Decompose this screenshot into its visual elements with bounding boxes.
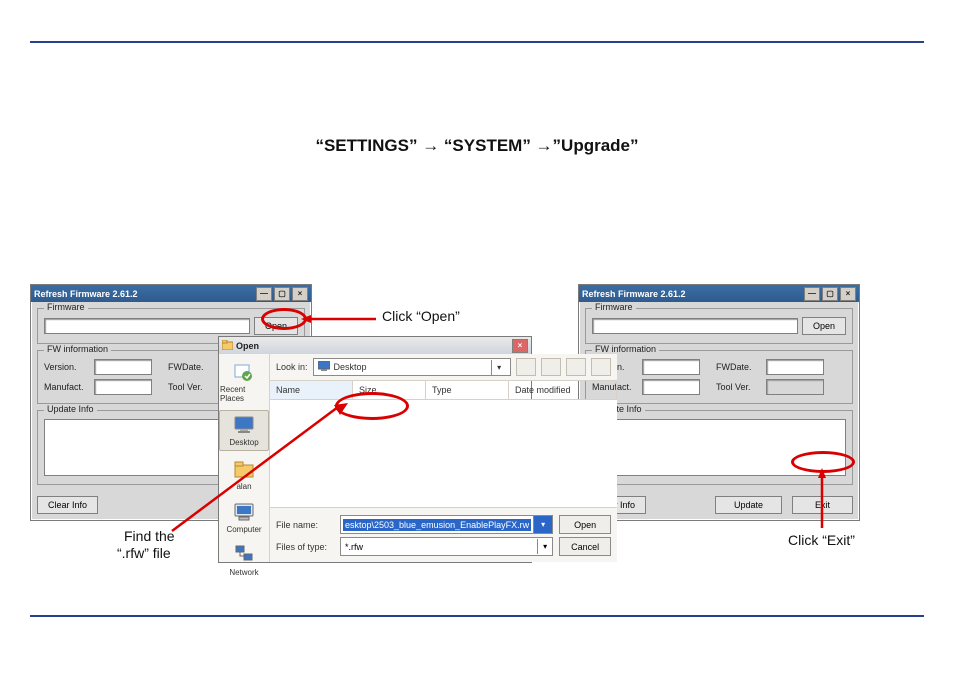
panel-legend-firmware: Firmware bbox=[44, 302, 88, 312]
look-in-row: Look in: Desktop ▾ bbox=[270, 354, 617, 381]
col-name[interactable]: Name bbox=[270, 381, 353, 399]
look-in-dropdown[interactable]: Desktop ▾ bbox=[313, 358, 512, 376]
chevron-down-icon: ▾ bbox=[491, 360, 506, 375]
look-in-label: Look in: bbox=[276, 362, 308, 372]
close-button[interactable]: × bbox=[292, 287, 308, 301]
firmware-path-field[interactable] bbox=[592, 318, 798, 334]
annotation-label-open: Click “Open” bbox=[382, 308, 460, 324]
nav-up-button[interactable] bbox=[541, 358, 561, 376]
label-fwdate: FWDate. bbox=[716, 362, 762, 372]
panel-legend-updateinfo: Update Info bbox=[44, 404, 97, 414]
col-type[interactable]: Type bbox=[426, 381, 509, 399]
folder-icon bbox=[222, 340, 233, 352]
titlebar: Refresh Firmware 2.61.2 — ▢ × bbox=[579, 285, 859, 302]
window-controls: — ▢ × bbox=[256, 287, 308, 301]
annotation-label-file-2: “.rfw” file bbox=[117, 545, 171, 561]
filename-field[interactable]: esktop\2503_blue_emusion_EnablePlayFX.rw… bbox=[340, 515, 553, 534]
filetype-label: Files of type: bbox=[276, 542, 334, 552]
open-button[interactable]: Open bbox=[802, 317, 846, 335]
dialog-cancel-button[interactable]: Cancel bbox=[559, 537, 611, 556]
page-heading: “SETTINGS” → “SYSTEM” →”Upgrade” bbox=[0, 136, 954, 156]
minimize-button[interactable]: — bbox=[256, 287, 272, 301]
label-version: Version. bbox=[44, 362, 90, 372]
titlebar: Refresh Firmware 2.61.2 — ▢ × bbox=[31, 285, 311, 302]
filetype-dropdown[interactable]: *.rfw ▾ bbox=[340, 537, 553, 556]
firmware-path-field[interactable] bbox=[44, 318, 250, 334]
window-controls: × bbox=[512, 339, 528, 353]
divider-top bbox=[30, 41, 924, 43]
clear-info-button[interactable]: Clear Info bbox=[37, 496, 98, 514]
annotation-label-exit: Click “Exit” bbox=[788, 532, 855, 548]
window-title: Refresh Firmware 2.61.2 bbox=[34, 289, 138, 299]
recent-places-icon bbox=[233, 361, 255, 383]
place-recent[interactable]: Recent Places bbox=[220, 358, 268, 406]
place-label: Recent Places bbox=[220, 385, 268, 403]
nav-back-button[interactable] bbox=[516, 358, 536, 376]
annotation-arrow-exit bbox=[817, 468, 827, 528]
firmware-panel: Firmware Open bbox=[585, 308, 853, 344]
place-label: Network bbox=[229, 568, 258, 577]
titlebar: Open × bbox=[219, 337, 531, 354]
dialog-open-button[interactable]: Open bbox=[559, 515, 611, 534]
version-field bbox=[94, 359, 152, 375]
update-button[interactable]: Update bbox=[715, 496, 782, 514]
update-info-panel: Update Info bbox=[585, 410, 853, 485]
manufact-field bbox=[94, 379, 152, 395]
filename-value: esktop\2503_blue_emusion_EnablePlayFX.rw bbox=[343, 519, 531, 531]
new-folder-button[interactable] bbox=[566, 358, 586, 376]
manufact-field bbox=[642, 379, 700, 395]
desktop-icon bbox=[318, 361, 330, 373]
divider-bottom bbox=[30, 615, 924, 617]
label-fwdate: FWDate. bbox=[168, 362, 214, 372]
label-toolver: Tool Ver. bbox=[168, 382, 214, 392]
fwdate-field bbox=[766, 359, 824, 375]
panel-legend-fwinfo: FW information bbox=[44, 344, 111, 354]
label-toolver: Tool Ver. bbox=[716, 382, 762, 392]
annotation-arrow-open bbox=[301, 315, 376, 323]
dialog-title: Open bbox=[236, 341, 259, 351]
window-controls: — ▢ × bbox=[804, 287, 856, 301]
panel-legend-fwinfo: FW information bbox=[592, 344, 659, 354]
col-date[interactable]: Date modified bbox=[509, 381, 617, 399]
chevron-down-icon: ▾ bbox=[537, 539, 552, 554]
maximize-button[interactable]: ▢ bbox=[274, 287, 290, 301]
network-icon bbox=[233, 544, 255, 566]
close-button[interactable]: × bbox=[512, 339, 528, 353]
minimize-button[interactable]: — bbox=[804, 287, 820, 301]
close-button[interactable]: × bbox=[840, 287, 856, 301]
label-manufact: Manufact. bbox=[44, 382, 90, 392]
version-field bbox=[642, 359, 700, 375]
filetype-value: *.rfw bbox=[341, 542, 363, 552]
fw-info-panel: FW information Version. FWDate. Manufact… bbox=[585, 350, 853, 404]
toolver-field bbox=[766, 379, 824, 395]
window-title: Refresh Firmware 2.61.2 bbox=[582, 289, 686, 299]
column-headers: Name Size Type Date modified bbox=[270, 381, 617, 400]
annotation-arrow-file bbox=[172, 403, 348, 531]
place-network[interactable]: Network bbox=[220, 541, 268, 580]
panel-legend-firmware: Firmware bbox=[592, 302, 636, 312]
view-mode-button[interactable] bbox=[591, 358, 611, 376]
annotation-label-file-1: Find the bbox=[124, 528, 175, 544]
chevron-down-icon: ▾ bbox=[533, 516, 552, 533]
look-in-value: Desktop bbox=[334, 362, 367, 372]
maximize-button[interactable]: ▢ bbox=[822, 287, 838, 301]
